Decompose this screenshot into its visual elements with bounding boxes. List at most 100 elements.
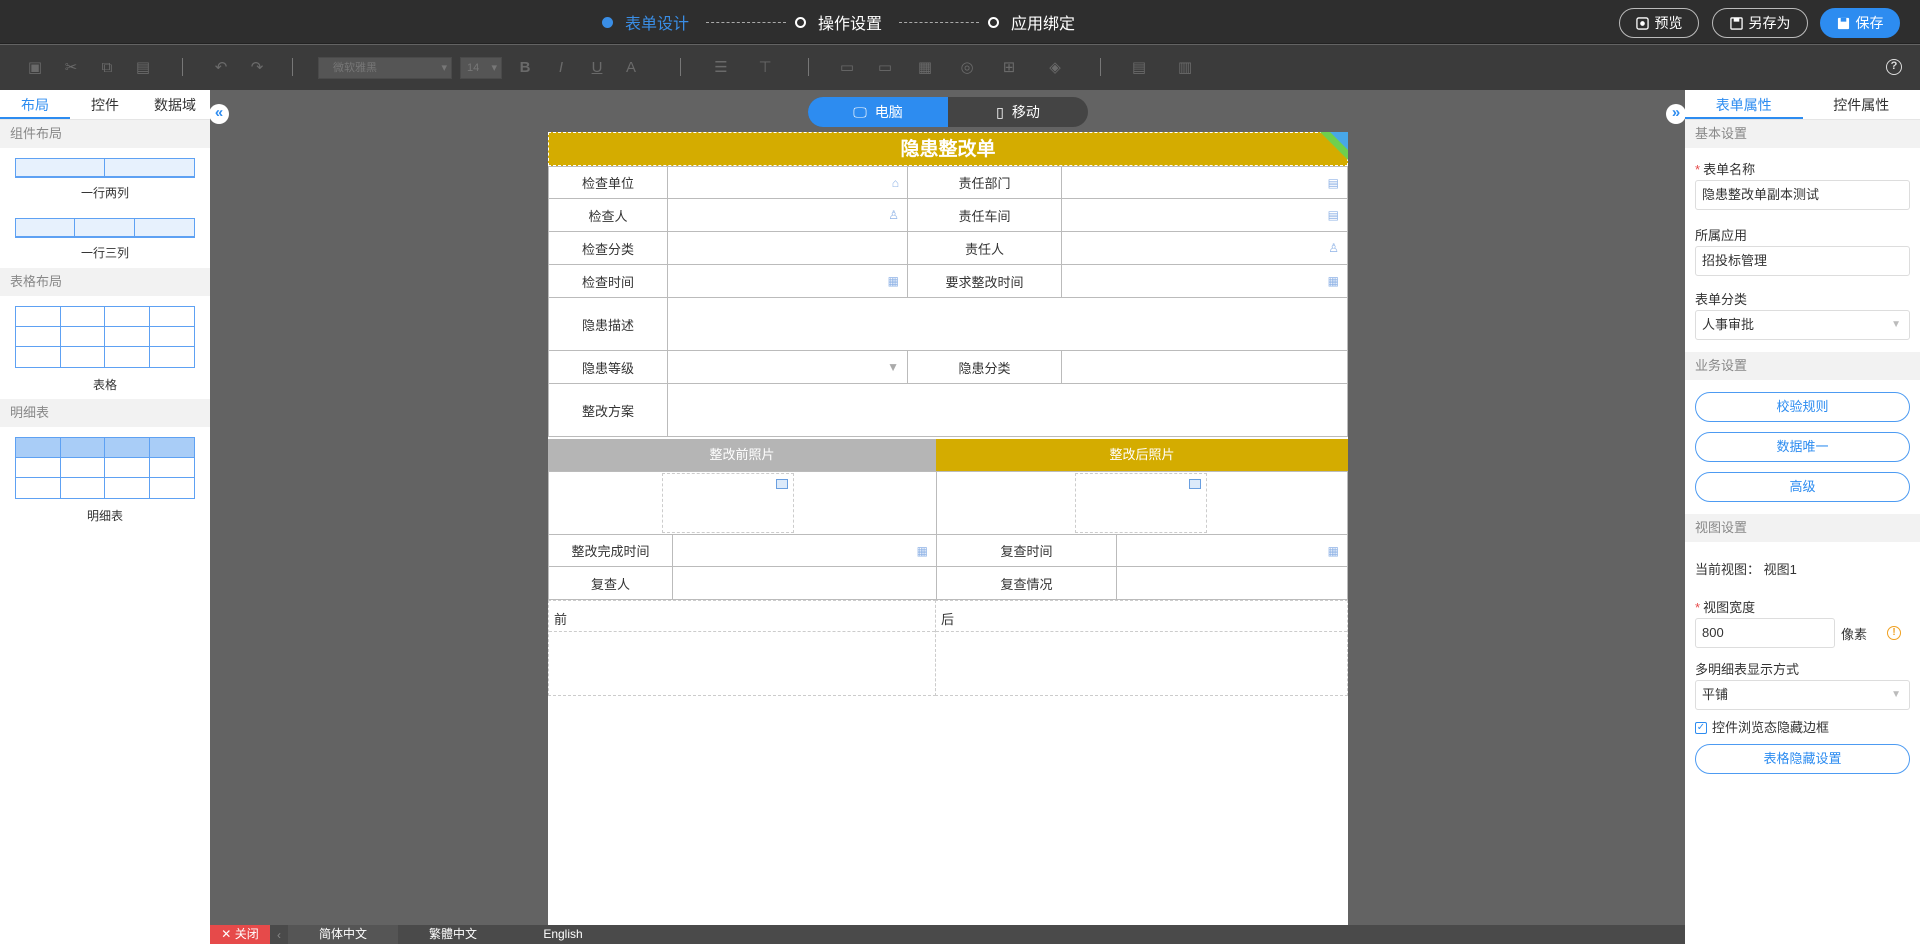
photo-before-upload[interactable] [662, 473, 794, 533]
undo-icon[interactable]: ↶ [212, 59, 230, 77]
device-mobile-button[interactable]: ▯ 移动 [948, 97, 1088, 127]
data-unique-button[interactable]: 数据唯一 [1695, 432, 1910, 462]
checkbox-checked-icon[interactable]: ✓ [1695, 722, 1707, 734]
section-detail-table: 明细表 [0, 399, 210, 427]
border-color-icon[interactable]: ◎ [958, 59, 976, 77]
app-input[interactable]: 招投标管理 [1695, 246, 1910, 276]
validation-rules-button[interactable]: 校验规则 [1695, 392, 1910, 422]
copy-icon[interactable]: ⧉ [98, 59, 116, 77]
resp-dept-field[interactable]: ▤ [1061, 166, 1348, 199]
current-view: 当前视图： 视图1 [1685, 560, 1920, 580]
border-style-icon[interactable]: ▦ [916, 59, 934, 77]
tab-layout[interactable]: 布局 [0, 90, 70, 119]
photo-after-upload[interactable] [1075, 473, 1207, 533]
advanced-button[interactable]: 高级 [1695, 472, 1910, 502]
step-operation-settings[interactable]: 操作设置 [795, 12, 882, 33]
resp-person-field[interactable]: ♙ [1061, 231, 1348, 265]
fix-done-time-field[interactable]: ▦ [672, 534, 937, 567]
collapse-left-icon[interactable]: « [209, 104, 229, 124]
save-button[interactable]: 保存 [1820, 8, 1900, 38]
area-divider [936, 631, 1347, 632]
align-left-icon[interactable]: ☰ [712, 59, 730, 77]
format-painter-icon[interactable]: ▣ [26, 59, 44, 77]
detail-table-icon [15, 437, 195, 499]
cut-icon[interactable]: ✂ [62, 59, 80, 77]
check-category-field[interactable] [667, 231, 908, 265]
section-table-layout: 表格布局 [0, 268, 210, 296]
recheck-time-field[interactable]: ▦ [1116, 534, 1348, 567]
photo-after-header: 整改后照片 [936, 439, 1348, 471]
recheck-status-field[interactable] [1116, 566, 1348, 600]
font-family-select[interactable]: 微软雅黑 [318, 57, 452, 79]
lang-tab-simplified[interactable]: 简体中文 [288, 925, 398, 944]
tab-data-domain[interactable]: 数据域 [140, 90, 210, 119]
bold-icon[interactable]: B [516, 59, 534, 77]
label-inspector: 检查人 [548, 198, 668, 232]
req-fix-time-field[interactable]: ▦ [1061, 264, 1348, 298]
lang-tab-traditional[interactable]: 繁體中文 [398, 925, 508, 944]
font-size-select[interactable]: 14 [460, 57, 502, 79]
preview-label: 预览 [1654, 15, 1683, 31]
chevron-left-icon[interactable]: ‹ [270, 928, 288, 942]
chevron-down-icon: ▼ [887, 360, 899, 374]
lang-tab-english[interactable]: English [508, 925, 618, 944]
collapse-right-icon[interactable]: » [1666, 104, 1686, 124]
merge-cells-icon[interactable]: ▭ [838, 59, 856, 77]
hazard-desc-field[interactable] [667, 297, 1348, 351]
info-icon[interactable]: ! [1887, 626, 1902, 640]
language-bar: ✕ 关闭 ‹ 简体中文 繁體中文 English [210, 925, 1685, 944]
save-as-button[interactable]: 另存为 [1712, 8, 1808, 38]
tab-form-properties[interactable]: 表单属性 [1685, 90, 1803, 119]
layout-detail-table[interactable]: 明细表 [0, 427, 210, 530]
required-mark: * [1695, 162, 1701, 177]
multi-detail-label: 多明细表显示方式 [1695, 662, 1800, 677]
font-color-icon[interactable]: A [622, 59, 640, 77]
layout-two-columns[interactable]: 一行两列 [0, 148, 210, 208]
multi-detail-select[interactable]: 平铺 [1695, 680, 1910, 710]
step-connector [899, 22, 979, 23]
table-border-icon[interactable]: ⊞ [1000, 59, 1018, 77]
paste-icon[interactable]: ▤ [134, 59, 152, 77]
insert-row-icon[interactable]: ▤ [1130, 59, 1148, 77]
hazard-category-field[interactable] [1061, 350, 1348, 384]
tab-control-properties[interactable]: 控件属性 [1803, 90, 1920, 119]
table-hide-settings-button[interactable]: 表格隐藏设置 [1695, 744, 1910, 774]
label-check-category: 检查分类 [548, 231, 668, 265]
redo-icon[interactable]: ↷ [248, 59, 266, 77]
close-button[interactable]: ✕ 关闭 [210, 925, 270, 944]
underline-icon[interactable]: U [588, 59, 606, 77]
fill-color-icon[interactable]: ◈ [1046, 59, 1064, 77]
layout-three-columns[interactable]: 一行三列 [0, 208, 210, 268]
layout-two-columns-label: 一行两列 [80, 186, 129, 200]
step-app-binding[interactable]: 应用绑定 [988, 12, 1075, 33]
form-name-input[interactable]: 隐患整改单副本测试 [1695, 180, 1910, 210]
view-width-input[interactable]: 800 [1695, 618, 1835, 648]
italic-icon[interactable]: I [552, 59, 570, 77]
before-area[interactable]: 前 [548, 600, 936, 696]
resp-workshop-field[interactable]: ▤ [1061, 198, 1348, 232]
hazard-level-select[interactable]: ▼ [667, 350, 908, 384]
split-cells-icon[interactable]: ▭ [876, 59, 894, 77]
form-title[interactable]: 隐患整改单 [548, 132, 1348, 166]
device-pc-button[interactable]: 🖵 电脑 [808, 97, 948, 127]
check-unit-field[interactable]: ⌂ [667, 166, 908, 199]
user-icon: ♙ [1328, 241, 1339, 255]
preview-button[interactable]: 预览 [1619, 8, 1699, 38]
org-icon: ⌂ [891, 175, 899, 190]
image-icon [776, 479, 788, 489]
tab-controls[interactable]: 控件 [70, 90, 140, 119]
valign-top-icon[interactable]: ⊤ [756, 59, 774, 77]
check-time-field[interactable]: ▦ [667, 264, 908, 298]
rechecker-field[interactable] [672, 566, 937, 600]
help-icon[interactable]: ? [1886, 59, 1902, 75]
insert-col-icon[interactable]: ▥ [1176, 59, 1194, 77]
layout-table[interactable]: 表格 [0, 296, 210, 399]
category-select[interactable]: 人事审批 [1695, 310, 1910, 340]
inspector-field[interactable]: ♙ [667, 198, 908, 232]
after-area[interactable]: 后 [935, 600, 1348, 696]
step-form-design[interactable]: 表单设计 [602, 12, 689, 33]
fix-plan-field[interactable] [667, 383, 1348, 437]
hide-border-checkbox-row[interactable]: ✓ 控件浏览态隐藏边框 [1685, 718, 1920, 738]
view-width-label: * 视图宽度 [1685, 598, 1920, 618]
two-columns-icon [15, 158, 195, 178]
